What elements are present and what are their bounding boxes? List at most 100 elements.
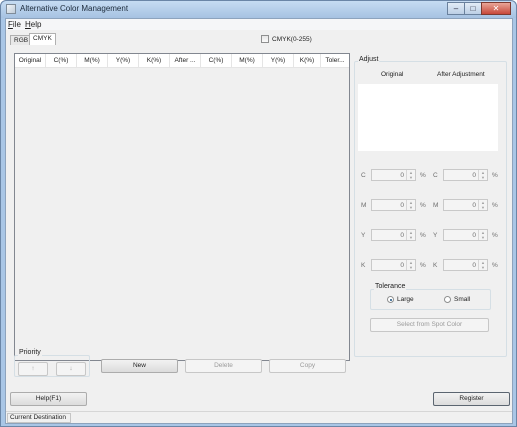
- original-c-arrows[interactable]: ▲ ▼: [406, 170, 415, 180]
- spin-down-icon[interactable]: ▼: [407, 175, 415, 180]
- cmyk-range-checkbox-row[interactable]: CMYK(0-255): [261, 35, 312, 43]
- after-c-value: 0: [472, 172, 476, 179]
- after-y-label: Y: [433, 232, 438, 239]
- spin-down-icon[interactable]: ▼: [407, 205, 415, 210]
- tolerance-small-option[interactable]: Small: [444, 296, 470, 303]
- original-m-arrows[interactable]: ▲ ▼: [406, 200, 415, 210]
- priority-title: Priority: [18, 349, 42, 356]
- original-c-value: 0: [400, 172, 404, 179]
- column-k[interactable]: K(%): [139, 54, 170, 68]
- original-m-value: 0: [400, 202, 404, 209]
- spin-down-icon[interactable]: ▼: [407, 235, 415, 240]
- original-m-spinner[interactable]: 0 ▲ ▼: [371, 199, 416, 211]
- column-after-y[interactable]: Y(%): [263, 54, 294, 68]
- column-tolerance[interactable]: Toler...: [321, 54, 349, 68]
- tolerance-small-radio[interactable]: [444, 296, 451, 303]
- copy-button[interactable]: Copy: [269, 359, 346, 373]
- original-k-spinner[interactable]: 0 ▲ ▼: [371, 259, 416, 271]
- column-after[interactable]: After ...: [170, 54, 201, 68]
- original-k-unit: %: [420, 262, 426, 269]
- close-button[interactable]: ✕: [481, 2, 511, 15]
- color-list[interactable]: Original C(%) M(%) Y(%) K(%) After ... C…: [14, 53, 350, 361]
- new-button[interactable]: New: [101, 359, 178, 373]
- register-button[interactable]: Register: [433, 392, 510, 406]
- original-y-arrows[interactable]: ▲ ▼: [406, 230, 415, 240]
- spin-down-icon[interactable]: ▼: [479, 175, 487, 180]
- delete-button[interactable]: Delete: [185, 359, 262, 373]
- tolerance-large-option[interactable]: Large: [387, 296, 414, 303]
- tolerance-large-radio[interactable]: [387, 296, 394, 303]
- cmyk-range-label: CMYK(0-255): [272, 35, 312, 43]
- menu-help[interactable]: Help: [25, 20, 41, 29]
- after-y-unit: %: [492, 232, 498, 239]
- minimize-button[interactable]: –: [447, 2, 465, 15]
- after-y-value: 0: [472, 232, 476, 239]
- window-controls: – □ ✕: [447, 2, 511, 16]
- adjust-after-header: After Adjustment: [437, 71, 485, 78]
- window-title: Alternative Color Management: [20, 4, 129, 13]
- original-k-label: K: [361, 262, 366, 269]
- original-k-arrows[interactable]: ▲ ▼: [406, 260, 415, 270]
- original-c-label: C: [361, 172, 366, 179]
- column-after-c[interactable]: C(%): [201, 54, 232, 68]
- list-header: Original C(%) M(%) Y(%) K(%) After ... C…: [15, 54, 349, 68]
- menu-file-rest: ile: [12, 20, 21, 29]
- menu-file[interactable]: File: [8, 20, 21, 29]
- priority-up-button[interactable]: ↑: [18, 362, 48, 376]
- original-c-spinner[interactable]: 0 ▲ ▼: [371, 169, 416, 181]
- adjust-original-header: Original: [381, 71, 404, 78]
- maximize-button[interactable]: □: [464, 2, 482, 15]
- original-y-unit: %: [420, 232, 426, 239]
- after-c-spinner[interactable]: 0 ▲ ▼: [443, 169, 488, 181]
- app-window: Alternative Color Management – □ ✕ File …: [0, 0, 517, 427]
- status-bar: Current Destination: [6, 411, 512, 423]
- adjust-title: Adjust: [358, 56, 380, 63]
- after-m-label: M: [433, 202, 439, 209]
- after-k-value: 0: [472, 262, 476, 269]
- spin-down-icon[interactable]: ▼: [407, 265, 415, 270]
- after-k-spinner[interactable]: 0 ▲ ▼: [443, 259, 488, 271]
- color-preview: [358, 84, 498, 151]
- column-after-m[interactable]: M(%): [232, 54, 263, 68]
- column-m[interactable]: M(%): [77, 54, 108, 68]
- tab-cmyk[interactable]: CMYK: [29, 33, 56, 45]
- column-c[interactable]: C(%): [46, 54, 77, 68]
- original-y-spinner[interactable]: 0 ▲ ▼: [371, 229, 416, 241]
- after-k-arrows[interactable]: ▲ ▼: [478, 260, 487, 270]
- arrow-down-icon: ↓: [69, 365, 73, 372]
- menu-bar: File Help: [6, 19, 512, 30]
- after-k-label: K: [433, 262, 438, 269]
- priority-down-button[interactable]: ↓: [56, 362, 86, 376]
- after-c-unit: %: [492, 172, 498, 179]
- after-y-arrows[interactable]: ▲ ▼: [478, 230, 487, 240]
- spin-down-icon[interactable]: ▼: [479, 205, 487, 210]
- tolerance-large-label: Large: [397, 296, 414, 303]
- original-k-value: 0: [400, 262, 404, 269]
- cmyk-range-checkbox[interactable]: [261, 35, 269, 43]
- after-c-arrows[interactable]: ▲ ▼: [478, 170, 487, 180]
- original-y-value: 0: [400, 232, 404, 239]
- title-bar[interactable]: Alternative Color Management – □ ✕: [1, 1, 516, 18]
- column-original[interactable]: Original: [15, 54, 46, 68]
- column-after-k[interactable]: K(%): [294, 54, 321, 68]
- menu-help-rest: elp: [30, 20, 42, 29]
- app-icon: [6, 4, 16, 14]
- tolerance-title: Tolerance: [374, 283, 407, 290]
- spin-down-icon[interactable]: ▼: [479, 265, 487, 270]
- column-y[interactable]: Y(%): [108, 54, 139, 68]
- after-y-spinner[interactable]: 0 ▲ ▼: [443, 229, 488, 241]
- spin-down-icon[interactable]: ▼: [479, 235, 487, 240]
- current-destination-status: Current Destination: [7, 413, 71, 423]
- help-button[interactable]: Help(F1): [10, 392, 87, 406]
- after-m-spinner[interactable]: 0 ▲ ▼: [443, 199, 488, 211]
- after-m-arrows[interactable]: ▲ ▼: [478, 200, 487, 210]
- client-area: File Help RGB CMYK CMYK(0-255) Original …: [5, 18, 513, 424]
- select-spot-color-button[interactable]: Select from Spot Color: [370, 318, 489, 332]
- original-y-label: Y: [361, 232, 366, 239]
- after-m-unit: %: [492, 202, 498, 209]
- tolerance-small-label: Small: [454, 296, 471, 303]
- arrow-up-icon: ↑: [31, 365, 35, 372]
- after-m-value: 0: [472, 202, 476, 209]
- original-m-unit: %: [420, 202, 426, 209]
- original-m-label: M: [361, 202, 367, 209]
